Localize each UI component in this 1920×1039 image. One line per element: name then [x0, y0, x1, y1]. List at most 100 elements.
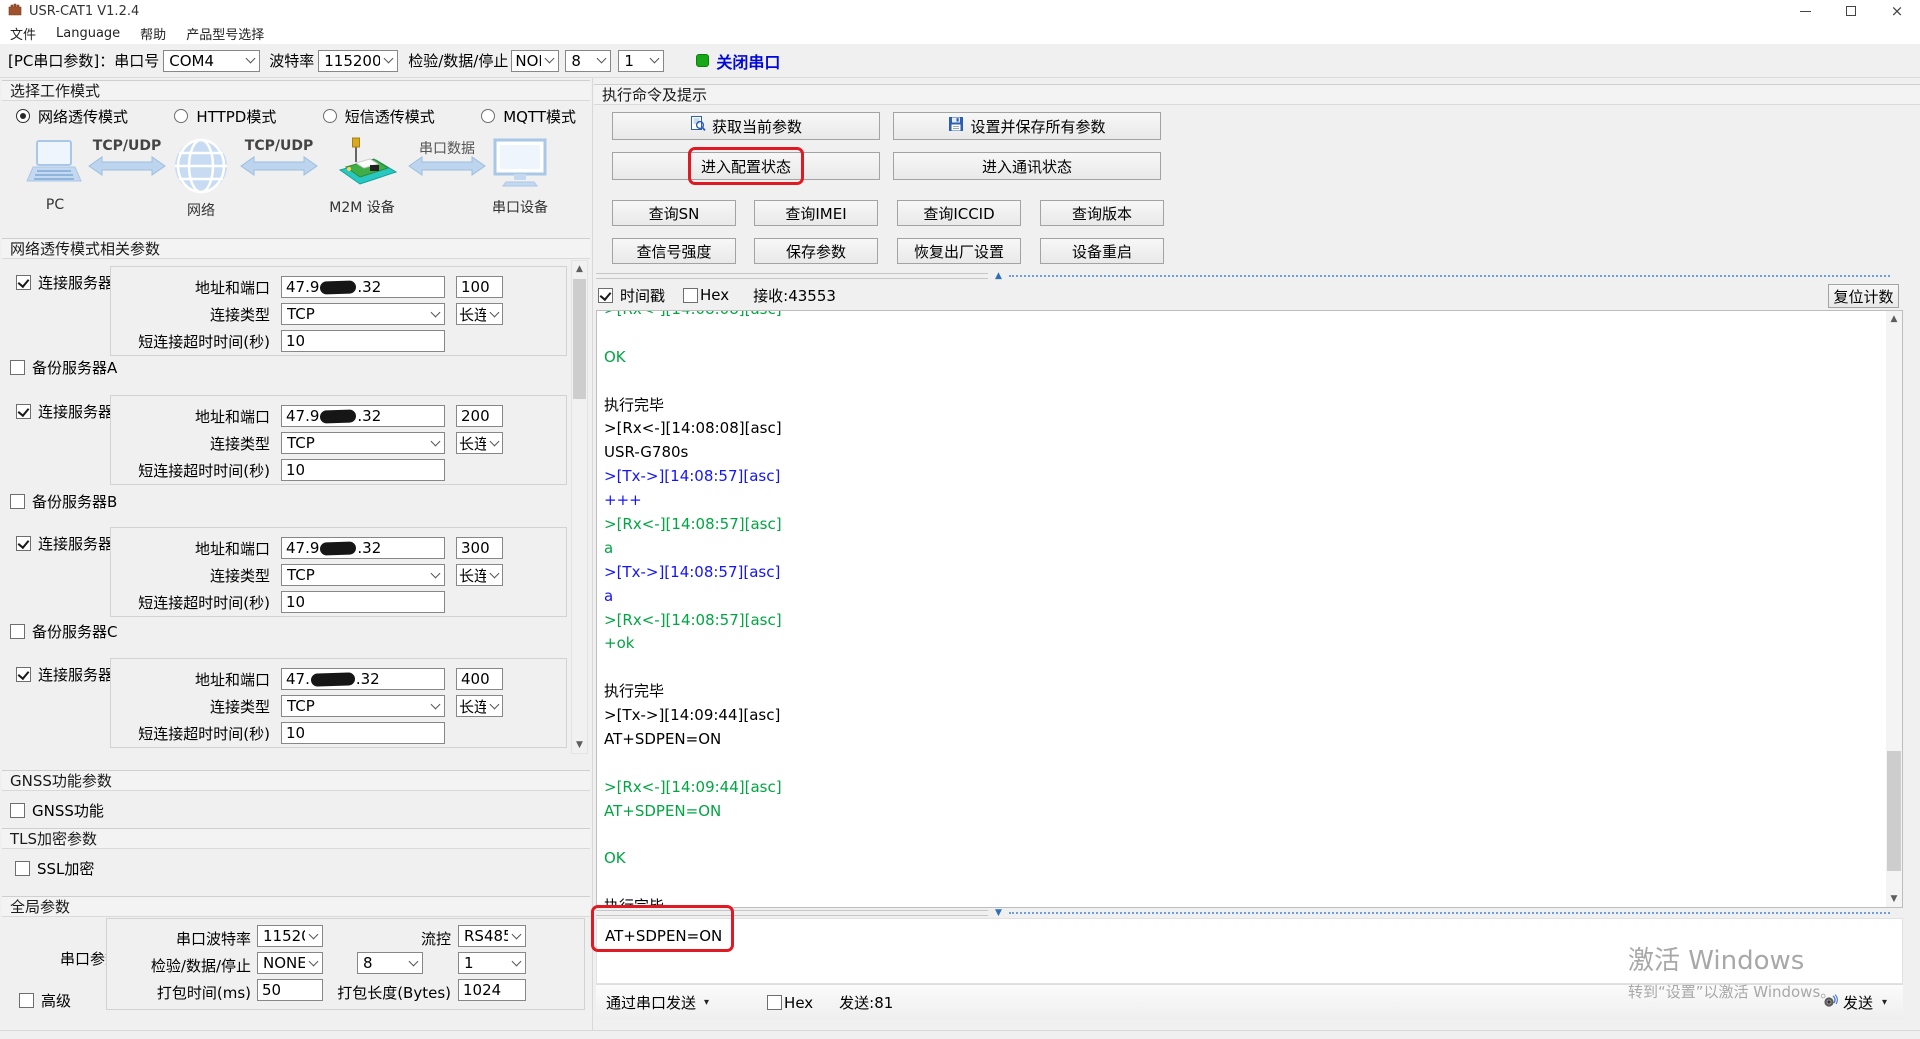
maximize-button[interactable]	[1828, 0, 1874, 22]
close-port-button[interactable]: 关闭串口	[696, 49, 780, 73]
connect-server-d-checkbox[interactable]: 连接服务器D	[16, 664, 125, 685]
server-b-timeout-input[interactable]: 10	[281, 459, 445, 481]
pack-time-input[interactable]: 50	[257, 979, 323, 1001]
gnss-checkbox[interactable]: GNSS功能	[10, 800, 104, 821]
server-b-address-input[interactable]: 47.9.32	[281, 405, 445, 427]
server-d-type-select[interactable]: TCP	[281, 695, 445, 717]
radio-sms-mode[interactable]: 短信透传模式	[322, 106, 435, 127]
connect-server-b-checkbox[interactable]: 连接服务器B	[16, 401, 123, 422]
backup-server-c-checkbox[interactable]: 备份服务器C	[10, 621, 117, 642]
parity-select[interactable]: NONI	[511, 49, 560, 72]
log-line: >[Rx<-][14:08:08][asc]	[597, 311, 1885, 322]
server-a-timeout-input[interactable]: 10	[281, 330, 445, 352]
log-line: USR-G780s	[604, 443, 689, 462]
server-b-type-select[interactable]: TCP	[281, 432, 445, 454]
splitter-handle[interactable]	[596, 273, 988, 279]
server-a-type-select[interactable]: TCP	[281, 303, 445, 325]
log-scrollbar[interactable]: ▲ ▼	[1886, 311, 1902, 907]
recv-hex-checkbox[interactable]: Hex	[683, 286, 729, 304]
scroll-up-icon[interactable]: ▲	[1886, 311, 1902, 327]
log-splitter-top[interactable]: ▲	[596, 271, 1896, 281]
query-version-button[interactable]: 查询版本	[1040, 200, 1164, 226]
databits-select[interactable]: 8	[565, 49, 612, 72]
reboot-button[interactable]: 设备重启	[1040, 238, 1164, 264]
log-line: >[Rx<-][14:08:08][asc]	[604, 419, 782, 438]
server-a-keep-select[interactable]: 长连	[456, 303, 503, 325]
query-imei-button[interactable]: 查询IMEI	[754, 200, 878, 226]
server-b-port-input[interactable]: 200	[456, 405, 503, 427]
enter-comm-button[interactable]: 进入通讯状态	[893, 152, 1161, 180]
menu-product-model[interactable]: 产品型号选择	[176, 22, 274, 44]
server-c-timeout-input[interactable]: 10	[281, 591, 445, 613]
parity-label: 检验/数据/停止	[408, 52, 509, 70]
checkbox-icon	[16, 536, 31, 551]
pack-length-input[interactable]: 1024	[458, 979, 526, 1001]
radio-httpd-mode[interactable]: HTTPD模式	[174, 106, 276, 127]
window-bottom-border	[0, 1030, 1920, 1031]
stopbits-select[interactable]: 1	[618, 49, 665, 72]
chevron-down-icon	[489, 436, 500, 446]
scrollbar-thumb[interactable]	[573, 279, 586, 399]
minimize-button[interactable]	[1782, 0, 1828, 22]
server-c-keep-select[interactable]: 长连	[456, 564, 503, 586]
reset-counter-button[interactable]: 复位计数	[1828, 284, 1899, 308]
server-c-port-input[interactable]: 300	[456, 537, 503, 559]
server-d-address-input[interactable]: 47. .32	[281, 668, 445, 690]
send-hex-checkbox[interactable]: Hex	[767, 994, 813, 1012]
factory-reset-button[interactable]: 恢复出厂设置	[897, 238, 1021, 264]
serial-parity-select[interactable]: NONE	[257, 952, 323, 974]
server-c-type-select[interactable]: TCP	[281, 564, 445, 586]
set-save-params-button[interactable]: 设置并保存所有参数	[893, 112, 1161, 140]
scrollbar-thumb[interactable]	[1887, 751, 1901, 871]
advanced-checkbox[interactable]: 高级	[19, 990, 71, 1011]
flow-control-select[interactable]: RS485	[458, 925, 526, 947]
server-d-keep-select[interactable]: 长连	[456, 695, 503, 717]
log-output[interactable]: >[Rx<-][14:08:08][asc] OK 执行完毕 >[Rx<-][1…	[596, 310, 1903, 908]
net-params-header: 网络透传模式相关参数	[2, 238, 590, 259]
query-sn-button[interactable]: 查询SN	[612, 200, 736, 226]
ssl-checkbox[interactable]: SSL加密	[15, 858, 94, 879]
query-iccid-button[interactable]: 查询ICCID	[897, 200, 1021, 226]
server-c-address-input[interactable]: 47.9.32	[281, 537, 445, 559]
server-d-port-input[interactable]: 400	[456, 668, 503, 690]
radio-mqtt-mode[interactable]: MQTT模式	[481, 106, 576, 127]
m2m-module-icon	[326, 136, 398, 196]
menu-file[interactable]: 文件	[0, 22, 46, 44]
connect-server-c-checkbox[interactable]: 连接服务器C	[16, 533, 123, 554]
server-a-address-input[interactable]: 47.9.32	[281, 276, 445, 298]
scroll-up-icon[interactable]: ▲	[572, 261, 587, 277]
enter-config-button[interactable]: 进入配置状态	[612, 152, 880, 180]
menu-language[interactable]: Language	[46, 22, 130, 44]
collapse-up-icon[interactable]: ▲	[995, 271, 1002, 281]
get-params-button[interactable]: 获取当前参数	[612, 112, 880, 140]
pack-time-label: 打包时间(ms)	[156, 984, 251, 1002]
baud-select[interactable]: 115200	[318, 49, 399, 72]
serial-stopbits-select[interactable]: 1	[458, 952, 526, 974]
radio-net-transparent-mode[interactable]: 网络透传模式	[16, 106, 128, 127]
log-splitter-bottom[interactable]: ▼	[596, 908, 1896, 918]
send-via-serial-dropdown[interactable]: 通过串口发送 ▾	[606, 992, 709, 1013]
collapse-down-icon[interactable]: ▼	[995, 908, 1002, 918]
timestamp-checkbox[interactable]: 时间戳	[598, 285, 665, 306]
scroll-down-icon[interactable]: ▼	[572, 737, 587, 753]
save-params-button[interactable]: 保存参数	[754, 238, 878, 264]
redaction-mark	[310, 671, 356, 687]
scroll-down-icon[interactable]: ▼	[1886, 891, 1902, 907]
serial-baud-select[interactable]: 115200	[257, 925, 323, 947]
close-button[interactable]: ×	[1874, 0, 1920, 22]
query-signal-button[interactable]: 查信号强度	[612, 238, 736, 264]
backup-server-a-checkbox[interactable]: 备份服务器A	[10, 357, 117, 378]
server-list-scrollbar[interactable]: ▲ ▼	[571, 260, 588, 754]
serial-databits-select[interactable]: 8	[357, 952, 423, 974]
backup-server-b-checkbox[interactable]: 备份服务器B	[10, 491, 117, 512]
server-a-port-input[interactable]: 100	[456, 276, 503, 298]
menu-help[interactable]: 帮助	[130, 22, 176, 44]
server-b-keep-select[interactable]: 长连	[456, 432, 503, 454]
server-d-timeout-input[interactable]: 10	[281, 722, 445, 744]
com-port-select[interactable]: COM4	[163, 49, 261, 72]
splitter-handle[interactable]	[596, 910, 988, 916]
connect-server-a-checkbox[interactable]: 连接服务器A	[16, 272, 123, 293]
chevron-down-icon	[308, 929, 319, 939]
